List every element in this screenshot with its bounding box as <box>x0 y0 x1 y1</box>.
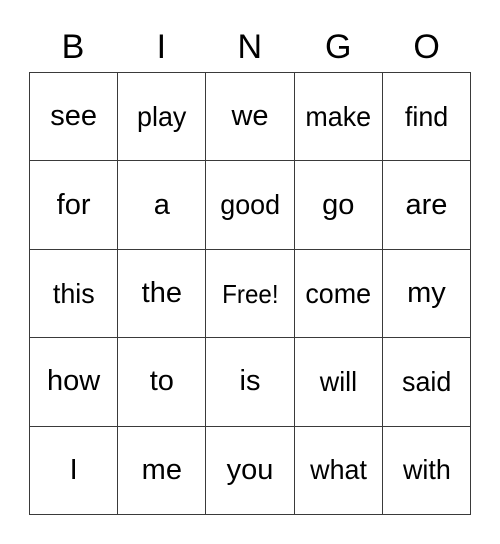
bingo-cell[interactable]: play <box>118 73 207 162</box>
bingo-cell[interactable]: me <box>118 426 207 516</box>
bingo-cell-label: for <box>56 188 91 221</box>
bingo-cell-label: find <box>404 100 449 132</box>
bingo-cell-label: see <box>50 100 97 133</box>
bingo-cell-label: is <box>239 365 261 398</box>
bingo-cell-label: good <box>220 189 280 221</box>
bingo-cell-label: go <box>322 188 355 221</box>
bingo-cell-label: with <box>402 454 451 486</box>
bingo-cell-label: how <box>47 365 101 398</box>
bingo-cell-label: said <box>401 365 452 397</box>
bingo-cell[interactable]: my <box>382 249 472 339</box>
bingo-cell-label: me <box>141 453 182 486</box>
bingo-cell-label: we <box>231 100 269 133</box>
bingo-cell[interactable]: we <box>206 73 295 162</box>
bingo-card: B I N G O see play we make find for a go… <box>0 0 500 544</box>
bingo-cell[interactable]: you <box>206 426 295 516</box>
bingo-cell[interactable]: see <box>30 73 119 162</box>
bingo-cell-label: are <box>405 188 448 221</box>
bingo-cell[interactable]: is <box>206 338 295 427</box>
bingo-cell[interactable]: what <box>294 426 383 516</box>
bingo-header-letter-o: O <box>413 28 441 66</box>
bingo-row: I me you what with <box>30 426 472 516</box>
bingo-row: see play we make find <box>30 73 472 162</box>
bingo-header-letter-n: N <box>237 28 263 66</box>
bingo-cell-label: play <box>137 100 187 132</box>
bingo-cell[interactable]: make <box>294 73 383 162</box>
bingo-cell[interactable]: the <box>118 249 207 339</box>
bingo-cell[interactable]: to <box>118 338 207 427</box>
bingo-row: this the Free! come my <box>30 249 472 339</box>
bingo-cell[interactable]: are <box>382 161 472 250</box>
bingo-cell[interactable]: will <box>294 338 383 427</box>
bingo-cell-label: will <box>319 365 357 397</box>
bingo-cell[interactable]: a <box>118 161 207 250</box>
bingo-cell[interactable]: come <box>294 249 383 339</box>
bingo-cell-label: the <box>141 277 182 310</box>
bingo-header-letter-b: B <box>61 28 85 66</box>
bingo-cell[interactable]: for <box>30 161 119 250</box>
bingo-cell[interactable]: good <box>206 161 295 250</box>
bingo-cell[interactable]: find <box>382 73 472 162</box>
bingo-free-space-label: Free! <box>221 278 279 309</box>
bingo-row: how to is will said <box>30 338 472 427</box>
bingo-cell-label: I <box>69 453 78 486</box>
bingo-grid: see play we make find for a good go are … <box>29 72 472 516</box>
bingo-header-letter-i: I <box>156 28 167 66</box>
bingo-header-letter-g: G <box>324 28 352 66</box>
bingo-cell[interactable]: with <box>382 426 472 516</box>
bingo-cell-label: make <box>305 100 372 132</box>
bingo-cell[interactable]: said <box>382 338 472 427</box>
bingo-cell[interactable]: go <box>294 161 383 250</box>
bingo-cell-label: my <box>407 277 446 310</box>
bingo-cell-label: come <box>305 277 372 309</box>
bingo-cell[interactable]: how <box>30 338 119 427</box>
bingo-cell-label: this <box>52 277 95 309</box>
bingo-row: for a good go are <box>30 161 472 250</box>
bingo-cell[interactable]: this <box>30 249 119 339</box>
bingo-header-row: B I N G O <box>29 22 471 72</box>
bingo-cell-label: you <box>226 453 274 486</box>
bingo-cell-label: a <box>153 188 170 221</box>
bingo-cell[interactable]: I <box>30 426 119 516</box>
bingo-cell-label: to <box>149 365 174 398</box>
bingo-cell-free-space[interactable]: Free! <box>206 249 295 339</box>
bingo-cell-label: what <box>309 454 367 486</box>
